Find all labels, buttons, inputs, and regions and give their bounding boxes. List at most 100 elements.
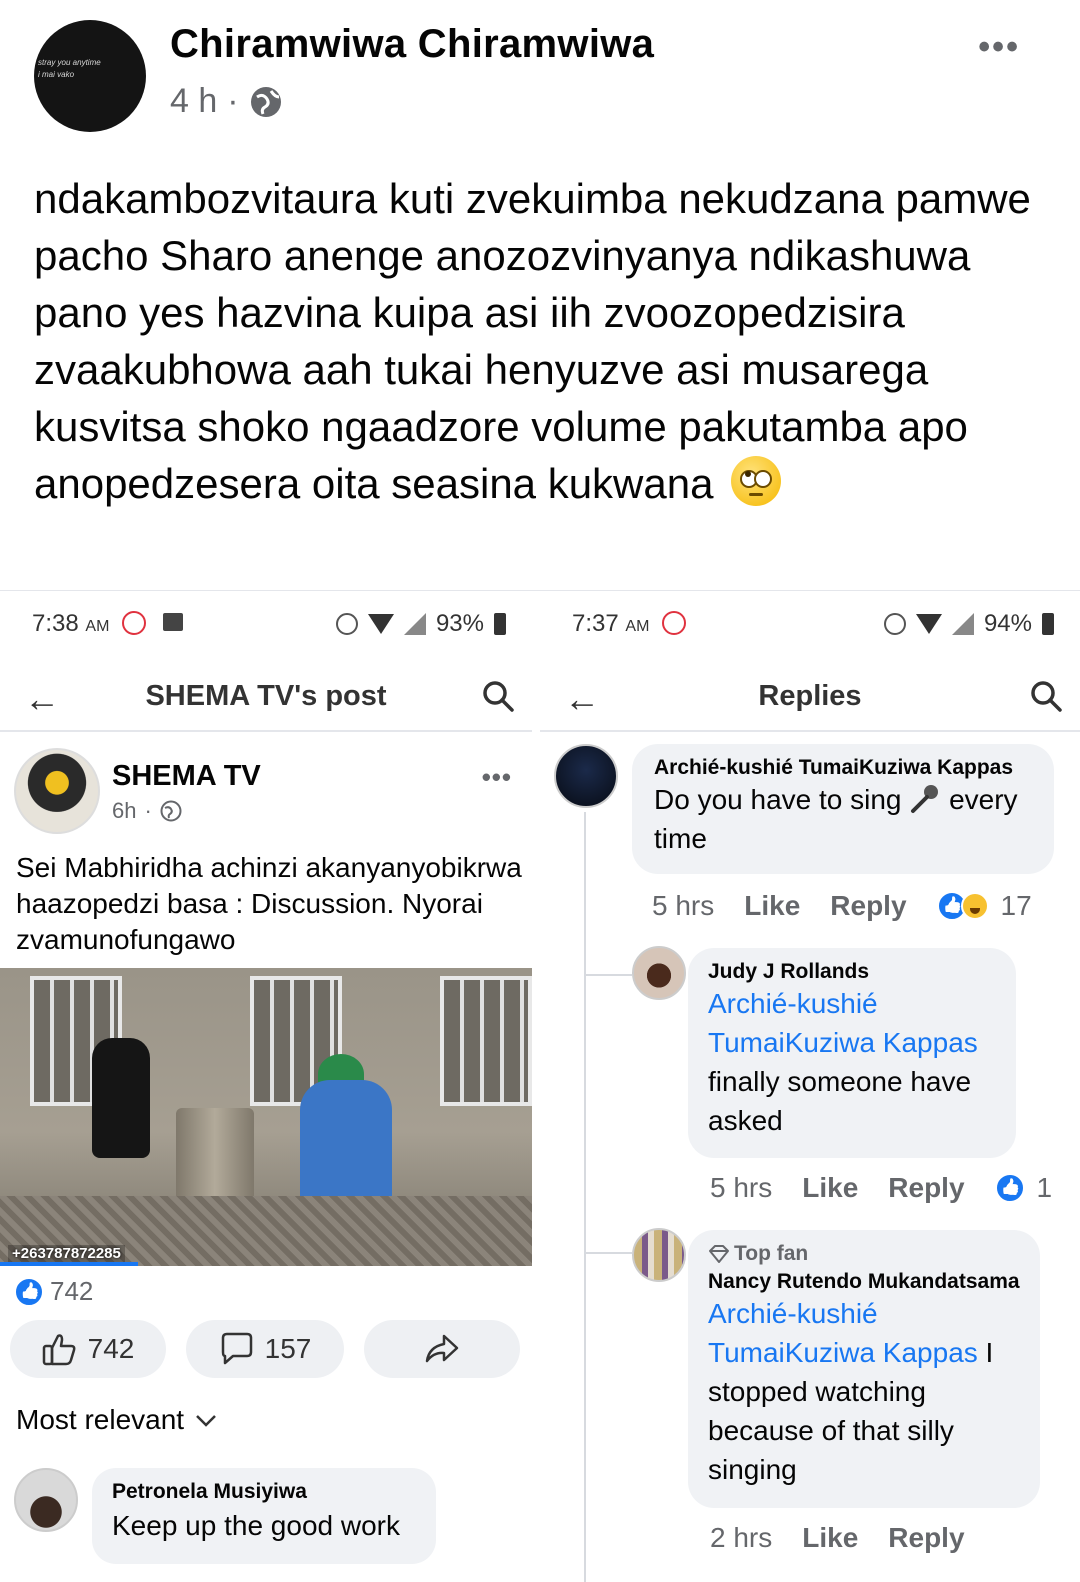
status-icons: 94%: [883, 610, 1054, 638]
thread-branch: [586, 1252, 632, 1254]
commenter-name[interactable]: Judy J Rollands: [708, 960, 996, 984]
sort-dropdown[interactable]: Most relevant: [16, 1404, 218, 1436]
phone-watermark: +263787872285: [8, 1245, 125, 1262]
reply-link[interactable]: Reply: [888, 1522, 964, 1554]
comment-time: 5 hrs: [710, 1172, 773, 1203]
chevron-down-icon: [196, 1415, 216, 1427]
reply-link[interactable]: Reply: [830, 890, 906, 922]
commenter-avatar[interactable]: [632, 1228, 686, 1282]
author-avatar[interactable]: stray you anytime i mai vako: [34, 20, 146, 132]
like-count: 742: [87, 1333, 135, 1364]
more-options-icon[interactable]: •••: [482, 762, 512, 793]
status-bar: 7:38 AM 93%: [0, 610, 532, 644]
comment-icon: [221, 1332, 252, 1365]
like-reaction-icon: [994, 1173, 1025, 1203]
wifi-icon: [915, 614, 942, 634]
thread-branch: [586, 974, 632, 976]
comment-text: Archié-kushié TumaiKuziwa Kappas finally…: [708, 984, 996, 1140]
comment-count: 157: [264, 1333, 312, 1364]
battery-icon: [494, 613, 506, 635]
share-icon: [425, 1334, 459, 1363]
reaction-count: 742: [50, 1276, 94, 1306]
status-time-value: 7:37: [572, 610, 619, 637]
window-bars: [440, 976, 532, 1106]
author-name[interactable]: Chiramwiwa Chiramwiwa: [170, 22, 654, 67]
shema-avatar[interactable]: [14, 748, 100, 834]
comment-actions: 5 hrs Like Reply 17: [652, 890, 1032, 922]
status-ampm: AM: [85, 618, 110, 635]
thumbs-up-icon: [42, 1334, 76, 1366]
app-bar: ← SHEMA TV's post: [0, 668, 532, 732]
mention-link[interactable]: Archié-kushié TumaiKuziwa Kappas: [708, 1298, 978, 1368]
alarm-icon: [335, 613, 358, 635]
reply-link[interactable]: Reply: [888, 1172, 964, 1204]
search-icon[interactable]: [482, 680, 514, 712]
like-link[interactable]: Like: [802, 1522, 858, 1554]
eye-roll-emoji-icon: [731, 456, 782, 506]
commenter-avatar[interactable]: [554, 744, 618, 808]
post-header: stray you anytime i mai vako Chiramwiwa …: [0, 0, 1080, 150]
commenter-avatar[interactable]: [632, 946, 686, 1000]
comment-text: Keep up the good work: [112, 1510, 400, 1541]
post-time[interactable]: 4 h: [170, 82, 217, 121]
page-title: Replies: [758, 680, 862, 712]
avatar-caption-2: i mai vako: [38, 70, 75, 79]
top-fan-label: Top fan: [734, 1242, 809, 1265]
post-meta: 4 h ·: [170, 82, 283, 121]
like-reaction-icon: [14, 1276, 44, 1307]
post-text: ndakambozvitaura kuti zvekuimba nekudzan…: [34, 175, 1031, 507]
haha-reaction-icon: [960, 892, 989, 920]
meta-separator: ·: [227, 82, 239, 120]
status-icons: 93%: [335, 610, 506, 638]
comment-time: 5 hrs: [652, 890, 715, 921]
alarm-icon: [883, 613, 906, 635]
reaction-summary[interactable]: 1: [994, 1172, 1053, 1204]
wifi-icon: [367, 614, 394, 634]
comment-bubble: Top fan Nancy Rutendo Mukandatsama Archi…: [688, 1230, 1040, 1508]
comment-actions: 2 hrs Like Reply: [710, 1522, 965, 1554]
commenter-avatar[interactable]: [14, 1468, 78, 1532]
comment-actions: 5 hrs Like Reply 1: [710, 1172, 1052, 1204]
diamond-icon: [709, 1245, 729, 1263]
mention-link[interactable]: Archié-kushié TumaiKuziwa Kappas: [708, 988, 978, 1058]
reaction-summary[interactable]: 742: [14, 1276, 93, 1307]
video-progress-bar: [0, 1262, 139, 1266]
comment-bubble: Archié-kushié TumaiKuziwa Kappas Do you …: [632, 744, 1054, 874]
status-bar: 7:37 AM 94%: [540, 610, 1080, 644]
whatsapp-icon: [662, 611, 687, 635]
shema-meta: 6h ·: [112, 798, 182, 824]
sort-label: Most relevant: [16, 1404, 185, 1435]
shema-time[interactable]: 6h: [112, 798, 136, 824]
signal-icon: [403, 613, 426, 635]
top-fan-badge: Top fan: [708, 1242, 1020, 1266]
comment-text: Do you have to sing every time: [654, 780, 1032, 858]
like-button[interactable]: 742: [10, 1320, 166, 1378]
like-link[interactable]: Like: [744, 890, 800, 922]
commenter-name[interactable]: Archié-kushié TumaiKuziwa Kappas: [654, 756, 1032, 780]
post-body: ndakambozvitaura kuti zvekuimba nekudzan…: [34, 170, 1044, 512]
whatsapp-icon: [122, 611, 147, 635]
shema-name[interactable]: SHEMA TV: [112, 760, 261, 793]
reaction-summary[interactable]: 17: [936, 890, 1032, 922]
post-video[interactable]: +263787872285: [0, 968, 532, 1266]
reaction-count: 17: [1000, 890, 1032, 921]
search-icon[interactable]: [1030, 680, 1062, 712]
commenter-name[interactable]: Petronela Musiyiwa: [112, 1480, 416, 1504]
comment-bubble: Judy J Rollands Archié-kushié TumaiKuziw…: [688, 948, 1016, 1158]
microphone-icon: [911, 785, 939, 813]
reaction-count: 1: [1036, 1172, 1053, 1203]
battery-icon: [1042, 613, 1054, 635]
divider: [0, 590, 1080, 591]
right-screenshot: 7:37 AM 94% ← Replies Archié-kushié Tuma…: [540, 592, 1080, 1582]
status-ampm: AM: [625, 618, 650, 635]
like-link[interactable]: Like: [802, 1172, 858, 1204]
share-button[interactable]: [364, 1320, 520, 1378]
comment-time: 2 hrs: [710, 1522, 773, 1553]
comment-button[interactable]: 157: [186, 1320, 344, 1378]
image-icon: [162, 613, 183, 631]
status-time: 7:38 AM: [32, 610, 183, 638]
battery-percent: 93%: [435, 610, 484, 637]
page-title: SHEMA TV's post: [145, 680, 387, 712]
commenter-name[interactable]: Nancy Rutendo Mukandatsama: [708, 1270, 1020, 1294]
more-options-icon[interactable]: •••: [978, 28, 1020, 67]
